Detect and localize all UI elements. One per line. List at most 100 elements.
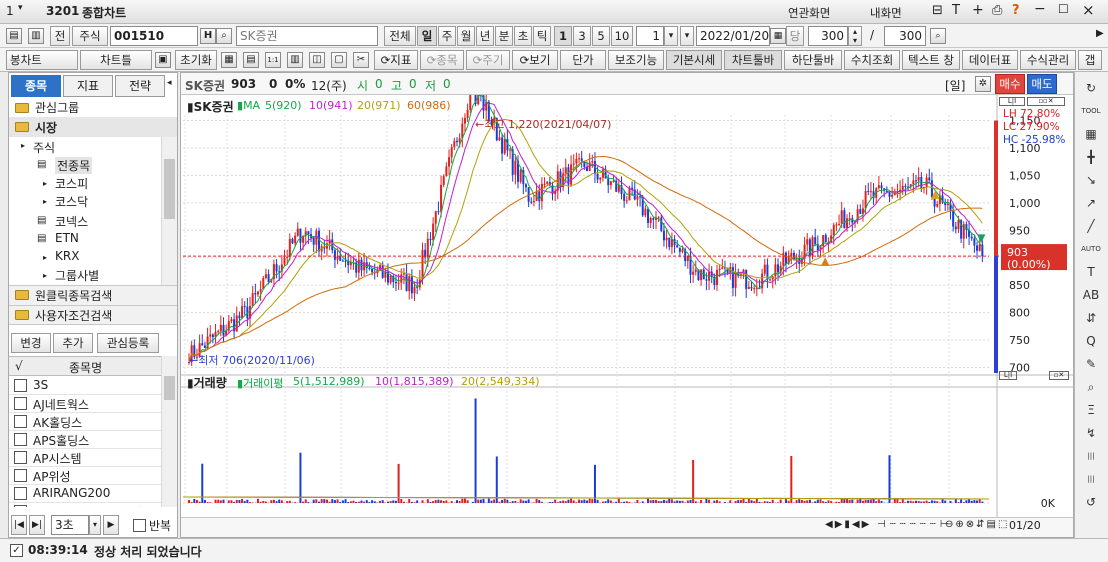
price-query-button[interactable]: 수치조회 <box>844 50 900 70</box>
select-icon[interactable]: ▢ <box>331 52 347 68</box>
list-item-checkbox[interactable] <box>14 415 27 428</box>
drawing-tool-icon[interactable]: ↺ <box>1079 492 1103 512</box>
period-second-button[interactable]: 초 <box>514 26 532 46</box>
formula-button[interactable]: 수식관리 <box>1020 50 1076 70</box>
num-5-button[interactable]: 5 <box>592 26 610 46</box>
chevron-down-icon[interactable]: ▾ <box>18 3 23 13</box>
basic-price-button[interactable]: 기본시세 <box>666 50 722 70</box>
buy-button[interactable]: 매수 <box>995 74 1025 94</box>
search-plus-icon[interactable]: ⌕ <box>930 28 946 44</box>
indicator-button[interactable]: ⟳지표 <box>374 50 418 70</box>
datatable-button[interactable]: 데이터표 <box>962 50 1018 70</box>
tree-market[interactable]: 시장 <box>35 119 57 136</box>
text-window-button[interactable]: 텍스트 창 <box>902 50 960 70</box>
help-icon[interactable]: ? <box>1012 3 1020 18</box>
next-icon[interactable]: ▶| <box>29 515 45 535</box>
chart-type-select[interactable]: 봉차트 <box>6 50 78 70</box>
list-item-checkbox[interactable] <box>14 505 27 507</box>
text-icon[interactable]: T <box>952 3 960 18</box>
period-day-button[interactable]: 일 <box>417 26 437 46</box>
tree-kosdaq[interactable]: 코스닥 <box>55 193 88 210</box>
link-icon[interactable]: ⊟ <box>932 3 943 18</box>
list-item[interactable]: ARIRANG200 <box>9 485 161 503</box>
chevron-down-icon[interactable]: ▾ <box>680 26 694 46</box>
tree-kospi[interactable]: 코스피 <box>55 175 88 192</box>
danga-button[interactable]: 단가 <box>560 50 606 70</box>
drawing-tool-icon[interactable]: ↗ <box>1079 193 1103 213</box>
list-item-checkbox[interactable] <box>14 487 27 500</box>
repeat-checkbox[interactable] <box>133 519 146 532</box>
register-interest-button[interactable]: 관심등록 <box>97 333 159 353</box>
split-icon[interactable]: ◫ <box>309 52 325 68</box>
related-screen-menu[interactable]: 연관화면 <box>788 5 830 21</box>
bottom-toolbar-button[interactable]: 하단툴바 <box>784 50 842 70</box>
pane-window-icons[interactable]: ▫▫✕ <box>1027 97 1065 106</box>
list-item[interactable]: AJ네트웍스 <box>9 395 161 413</box>
price-volume-chart[interactable]: 1,1501,1001,0501,00095090085080075070040… <box>181 95 1073 537</box>
close-icon[interactable]: × <box>1082 1 1095 19</box>
minimize-icon[interactable]: − <box>1034 1 1046 17</box>
list-item[interactable]: AK홀딩스 <box>9 413 161 431</box>
tree-group[interactable]: 그룹사별 <box>55 267 99 284</box>
list-item[interactable]: ARIRANG200동일가중 <box>9 503 161 507</box>
drawing-tool-icon[interactable]: ⇵ <box>1079 308 1103 328</box>
view-button[interactable]: ⟳보기 <box>512 50 558 70</box>
market-select[interactable]: 주식 <box>72 26 108 46</box>
chart-area[interactable]: SK증권 903 0 0% 12(주) 시 0 고 0 저 0 [일] ✲ 매수… <box>180 72 1074 538</box>
drawing-tool-icon[interactable]: ⌕ <box>1079 377 1103 397</box>
tree-etn[interactable]: ETN <box>55 231 79 245</box>
chevron-right-icon[interactable]: ▸ <box>43 197 47 206</box>
period-month-button[interactable]: 월 <box>457 26 475 46</box>
chevron-right-icon[interactable]: ▸ <box>43 271 47 280</box>
period-all-button[interactable]: 전체 <box>384 26 416 46</box>
save-icon[interactable]: ▣ <box>155 52 171 68</box>
panel-toggle-icon[interactable]: ▤ <box>6 28 22 44</box>
period-minute-button[interactable]: 분 <box>495 26 513 46</box>
num-3-button[interactable]: 3 <box>573 26 591 46</box>
list-item[interactable]: AP위성 <box>9 467 161 485</box>
scroll-right-icon[interactable]: ▶ <box>1096 28 1104 39</box>
period-year-button[interactable]: 년 <box>476 26 494 46</box>
list-item[interactable]: AP시스템 <box>9 449 161 467</box>
drawing-tool-icon[interactable]: Q <box>1079 331 1103 351</box>
name-column-header[interactable]: 종목명 <box>69 359 102 376</box>
list-item-checkbox[interactable] <box>14 433 27 446</box>
scissors-icon[interactable]: ✂ <box>353 52 369 68</box>
first-icon[interactable]: |◀ <box>11 515 27 535</box>
drawing-tool-icon[interactable]: Ξ <box>1079 400 1103 420</box>
drawing-tool-icon[interactable]: ✎ <box>1079 354 1103 374</box>
tree-krx[interactable]: KRX <box>55 249 79 263</box>
chart-layout-icon[interactable]: ▥ <box>28 28 44 44</box>
pane-lock-icon[interactable]: L|I <box>999 97 1025 106</box>
code-history-badge[interactable]: H <box>200 28 216 44</box>
chevron-right-icon[interactable]: ▸ <box>43 179 47 188</box>
tab-indicator[interactable]: 지표 <box>63 75 113 97</box>
chevron-down-icon[interactable]: ▾ <box>89 515 101 535</box>
num-1-button[interactable]: 1 <box>554 26 572 46</box>
list-item-checkbox[interactable] <box>14 397 27 410</box>
gap-button[interactable]: 갭 <box>1078 50 1102 70</box>
add-button[interactable]: 추가 <box>53 333 93 353</box>
screen-menu[interactable]: 1 <box>6 4 14 18</box>
zoom-icons[interactable]: ⊖⊕⊗⇵▤⬚ <box>945 519 1009 530</box>
count-input[interactable]: 1 <box>636 26 664 46</box>
tree-konex[interactable]: 코넥스 <box>55 213 88 230</box>
drawing-tool-icon[interactable]: AUTO <box>1079 239 1103 259</box>
pane-window-icons[interactable]: ▫✕ <box>1049 371 1069 380</box>
period-tick-button[interactable]: 틱 <box>533 26 551 46</box>
drawing-tool-icon[interactable]: ||| <box>1079 469 1103 489</box>
tree-interest-group[interactable]: 관심그룹 <box>35 99 79 116</box>
print-icon[interactable]: ⎙ <box>992 3 1002 18</box>
list-item-checkbox[interactable] <box>14 469 27 482</box>
my-screen-menu[interactable]: 내화면 <box>870 5 902 21</box>
list-item-checkbox[interactable] <box>14 451 27 464</box>
tree-all[interactable]: 전종목 <box>55 157 93 174</box>
play-icon[interactable]: ▶ <box>103 515 119 535</box>
calendar-icon[interactable]: ▦ <box>770 28 786 44</box>
dang-button[interactable]: 당 <box>786 26 804 46</box>
chart-nav-icons[interactable]: ◀▶▮◀▶ <box>825 519 871 530</box>
status-checkbox[interactable]: ✓ <box>10 544 23 557</box>
grid-icon[interactable]: ▦ <box>221 52 237 68</box>
jongmok-button[interactable]: ⟳종목 <box>420 50 464 70</box>
gubun-button[interactable]: 전 <box>50 26 70 46</box>
